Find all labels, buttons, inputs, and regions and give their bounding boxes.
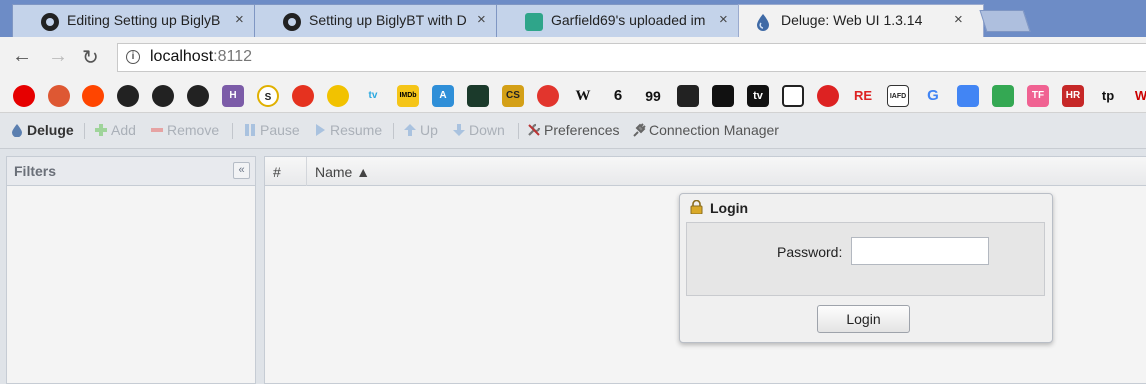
iafd-bookmark-icon[interactable]: IAFD <box>887 85 909 107</box>
remove-button[interactable]: Remove <box>150 122 219 140</box>
preferences-button[interactable]: Preferences <box>527 122 619 140</box>
close-icon[interactable]: × <box>954 11 963 28</box>
google-bookmark-icon[interactable]: G <box>922 85 944 107</box>
info-icon[interactable]: i <box>126 50 140 64</box>
arrow-up-icon <box>404 124 416 136</box>
tf-bookmark-icon[interactable]: TF <box>1027 85 1049 107</box>
wrench-icon <box>528 123 541 136</box>
close-icon[interactable]: × <box>719 11 728 28</box>
terminal-bookmark-icon[interactable] <box>467 85 489 107</box>
toolbar-separator <box>393 123 394 139</box>
pause-icon <box>245 124 255 136</box>
tab-title: Setting up BiglyBT with D <box>309 12 467 28</box>
w-bookmark-icon[interactable]: W <box>1130 85 1146 107</box>
deluge-menu-button[interactable]: Deluge <box>10 122 74 140</box>
lock-icon <box>690 200 703 214</box>
toolbar-separator <box>518 123 519 139</box>
resume-button[interactable]: Resume <box>313 122 382 140</box>
browser-toolbar: ← → ↻ i localhost:8112 <box>0 37 1146 79</box>
up-button[interactable]: Up <box>403 122 438 140</box>
close-icon[interactable]: × <box>477 11 486 28</box>
toolbar-separator <box>84 123 85 139</box>
pause-button[interactable]: Pause <box>243 122 300 140</box>
translate-bookmark-icon[interactable] <box>957 85 979 107</box>
github-bookmark-icon[interactable] <box>117 85 139 107</box>
chevron-bookmark-icon[interactable] <box>817 85 839 107</box>
six-bookmark-icon[interactable]: 6 <box>607 85 629 107</box>
login-dialog: Login Password: Login <box>679 193 1053 343</box>
plug-icon <box>633 123 646 137</box>
browser-tab-strip: Editing Setting up BiglyB × Setting up B… <box>0 0 1146 37</box>
robot-bookmark-icon[interactable] <box>677 85 699 107</box>
filters-title: Filters <box>7 157 255 186</box>
grid-header: # Name ▲ <box>265 157 1146 186</box>
github-icon <box>41 13 59 31</box>
down-button[interactable]: Down <box>452 122 505 140</box>
tab-title: Deluge: Web UI 1.3.14 <box>781 12 923 28</box>
imdb-bookmark-icon[interactable]: IMDb <box>397 85 419 107</box>
cs-bookmark-icon[interactable]: CS <box>502 85 524 107</box>
github-icon <box>283 13 301 31</box>
tab-title: Garfield69's uploaded im <box>551 12 706 28</box>
wikipedia-bookmark-icon[interactable]: W <box>572 85 594 107</box>
maps-bookmark-icon[interactable] <box>992 85 1014 107</box>
play-icon <box>316 124 325 136</box>
github-bookmark-icon[interactable] <box>187 85 209 107</box>
login-title: Login <box>710 200 749 216</box>
lifebuoy-bookmark-icon[interactable] <box>537 85 559 107</box>
filters-panel: Filters « <box>6 156 256 384</box>
address-bar[interactable]: i localhost:8112 <box>117 43 1146 72</box>
re-bookmark-icon[interactable]: RE <box>852 85 874 107</box>
back-arrow-icon[interactable]: ← <box>12 45 32 68</box>
tab-setting-up-biglybt[interactable]: Setting up BiglyBT with D × <box>254 4 502 37</box>
password-field[interactable] <box>851 237 989 265</box>
deluge-icon <box>12 124 22 137</box>
camera-bookmark-icon[interactable] <box>782 85 804 107</box>
close-icon[interactable]: × <box>235 11 244 28</box>
a-bookmark-icon[interactable]: A <box>432 85 454 107</box>
reddit-bookmark-icon[interactable] <box>82 85 104 107</box>
99-bookmark-icon[interactable]: 99 <box>642 85 664 107</box>
duckduckgo-bookmark-icon[interactable] <box>48 85 70 107</box>
deluge-toolbar: Deluge Add Remove Pause Resume Up Down P… <box>0 113 1146 149</box>
deluge-icon <box>757 14 769 31</box>
github-bookmark-icon[interactable] <box>152 85 174 107</box>
url-text: localhost:8112 <box>150 48 253 65</box>
tomato-bookmark-icon[interactable] <box>292 85 314 107</box>
h-bookmark-icon[interactable]: H <box>222 85 244 107</box>
login-body: Password: <box>686 222 1045 296</box>
column-number[interactable]: # <box>265 157 307 186</box>
imgur-icon <box>525 13 543 31</box>
plus-icon <box>95 124 107 136</box>
toolbar-separator <box>232 123 233 139</box>
reload-icon[interactable]: ↻ <box>82 45 99 70</box>
tp-bookmark-icon[interactable]: tp <box>1097 85 1119 107</box>
arrow-down-icon <box>453 124 465 136</box>
tab-deluge-active[interactable]: Deluge: Web UI 1.3.14 × <box>738 4 984 37</box>
login-button[interactable]: Login <box>817 305 910 333</box>
new-tab-button[interactable] <box>979 10 1031 32</box>
tab-editing-setting-up[interactable]: Editing Setting up BiglyB × <box>12 4 260 37</box>
collapse-icon[interactable]: « <box>233 162 250 179</box>
hr-bookmark-icon[interactable]: HR <box>1062 85 1084 107</box>
vodafone-bookmark-icon[interactable] <box>13 85 35 107</box>
tv2-bookmark-icon[interactable]: tv <box>747 85 769 107</box>
deluge-app: Deluge Add Remove Pause Resume Up Down P… <box>0 113 1146 384</box>
tv-bookmark-icon[interactable]: tv <box>362 85 384 107</box>
minus-icon <box>151 128 163 132</box>
stop-bookmark-icon[interactable] <box>327 85 349 107</box>
connection-manager-button[interactable]: Connection Manager <box>632 122 779 140</box>
add-button[interactable]: Add <box>94 122 136 140</box>
forward-arrow-icon[interactable]: → <box>48 45 68 68</box>
x-bookmark-icon[interactable] <box>712 85 734 107</box>
tab-imgur[interactable]: Garfield69's uploaded im × <box>496 4 744 37</box>
bookmarks-bar: H S tv IMDb A CS W 6 99 tv RE IAFD G TF … <box>0 79 1146 113</box>
password-label: Password: <box>777 244 843 260</box>
column-name[interactable]: Name ▲ <box>307 157 1146 186</box>
tab-title: Editing Setting up BiglyB <box>67 12 221 28</box>
s-bookmark-icon[interactable]: S <box>257 85 279 107</box>
